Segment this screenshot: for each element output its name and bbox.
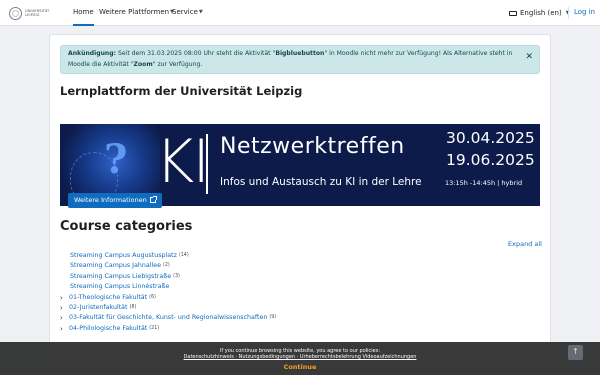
category-list: Streaming Campus Augustusplatz (14) Stream… — [60, 251, 540, 334]
alert-bold-1: Bigbluebutton — [275, 50, 325, 57]
alert-bold-2: Zoom — [133, 60, 153, 68]
category-name[interactable]: Streaming Campus Linnéstraße — [70, 282, 169, 292]
category-item[interactable]: Streaming Campus Jahnallee (2) — [60, 261, 540, 271]
category-name[interactable]: 02-Juristenfakultät — [69, 303, 128, 313]
category-item[interactable]: › 04-Philologische Fakultät (21) — [60, 324, 540, 334]
category-item[interactable]: › 03-Fakultät für Geschichte, Kunst- und … — [60, 313, 540, 323]
question-mark-graphic: ? — [104, 136, 128, 183]
nav-more-platforms[interactable]: Weitere Plattformen▼ — [99, 0, 174, 26]
chevron-right-icon[interactable]: › — [60, 324, 69, 334]
logo-text: UNIVERSITÄT LEIPZIG — [25, 8, 50, 17]
category-item[interactable]: Streaming Campus Liebigstraße (3) — [60, 272, 540, 282]
category-count: (3) — [173, 273, 180, 279]
language-selector[interactable]: English (en) ▼ — [509, 0, 570, 26]
category-count: (2) — [163, 263, 170, 269]
category-name[interactable]: Streaming Campus Augustusplatz — [70, 251, 177, 261]
cookie-policy-links[interactable]: Datenschutzhinweis · Nutzungsbedingungen… — [0, 354, 600, 360]
main-content-card: Ankündigung: Seit dem 31.03.2025 08:00 U… — [49, 34, 551, 375]
banner-separator — [206, 134, 208, 194]
alert-prefix: Ankündigung: — [68, 50, 117, 57]
university-seal-icon — [9, 6, 22, 20]
nav-service[interactable]: Service▼ — [172, 0, 203, 26]
university-logo[interactable]: UNIVERSITÄT LEIPZIG — [9, 4, 53, 22]
category-item[interactable]: Streaming Campus Linnéstraße — [60, 282, 540, 292]
expand-all-link[interactable]: Expand all — [508, 240, 542, 248]
chevron-right-icon[interactable]: › — [60, 303, 69, 313]
cookie-consent-bar: If you continue browsing this website, y… — [0, 342, 600, 375]
banner-date-2: 19.06.2025 — [446, 151, 535, 169]
category-item[interactable]: › 02-Juristenfakultät (8) — [60, 303, 540, 313]
category-count: (9) — [269, 315, 277, 321]
category-name[interactable]: Streaming Campus Liebigstraße — [70, 272, 171, 282]
nav-home[interactable]: Home — [73, 0, 94, 26]
top-navbar: UNIVERSITÄT LEIPZIG Home Weitere Plattfo… — [0, 0, 600, 26]
nav-divider — [568, 7, 569, 19]
language-icon — [509, 10, 517, 16]
arrow-up-icon: ↑ — [572, 347, 579, 356]
back-to-top-button[interactable]: ↑ — [568, 345, 583, 360]
announcement-alert: Ankündigung: Seit dem 31.03.2025 08:00 U… — [60, 45, 540, 74]
login-link[interactable]: Log in — [574, 0, 595, 26]
cookie-continue-button[interactable]: Continue — [0, 363, 600, 371]
category-name[interactable]: 03-Fakultät für Geschichte, Kunst- und R… — [69, 313, 267, 323]
category-count: (21) — [149, 325, 160, 331]
alert-text-3: " zur Verfügung. — [152, 60, 203, 68]
chevron-down-icon: ▼ — [198, 9, 203, 15]
category-name[interactable]: 04-Philologische Fakultät — [69, 324, 147, 334]
banner-time: 13:15h -14:45h | hybrid — [445, 179, 523, 187]
category-item[interactable]: Streaming Campus Augustusplatz (14) — [60, 251, 540, 261]
language-label: English (en) — [520, 8, 562, 17]
more-info-label: Weitere Informationen — [74, 196, 147, 204]
banner-title: Netzwerktreffen — [220, 134, 405, 159]
close-icon[interactable]: ✕ — [525, 53, 533, 62]
alert-text-1: Seit dem 31.03.2025 08:00 Uhr steht die … — [116, 50, 276, 57]
page-title: Lernplattform der Universität Leipzig — [60, 84, 303, 98]
more-info-button[interactable]: Weitere Informationen — [68, 193, 162, 208]
category-name[interactable]: Streaming Campus Jahnallee — [70, 261, 161, 271]
category-count: (6) — [149, 294, 156, 300]
category-count: (14) — [178, 253, 189, 258]
category-name[interactable]: 01-Theologische Fakultät — [69, 293, 147, 303]
banner-date-1: 30.04.2025 — [446, 129, 535, 147]
banner-ki: KI — [155, 127, 210, 197]
nav-service-label: Service — [172, 8, 198, 16]
nav-more-platforms-label: Weitere Plattformen — [99, 8, 170, 16]
category-item[interactable]: › 01-Theologische Fakultät (6) — [60, 293, 540, 303]
category-count: (8) — [129, 304, 137, 310]
course-categories-heading: Course categories — [60, 219, 193, 234]
external-link-icon — [149, 196, 157, 203]
chevron-right-icon[interactable]: › — [60, 313, 69, 323]
banner-subtitle: Infos und Austausch zu KI in der Lehre — [220, 176, 422, 188]
chevron-right-icon[interactable]: › — [60, 293, 69, 303]
